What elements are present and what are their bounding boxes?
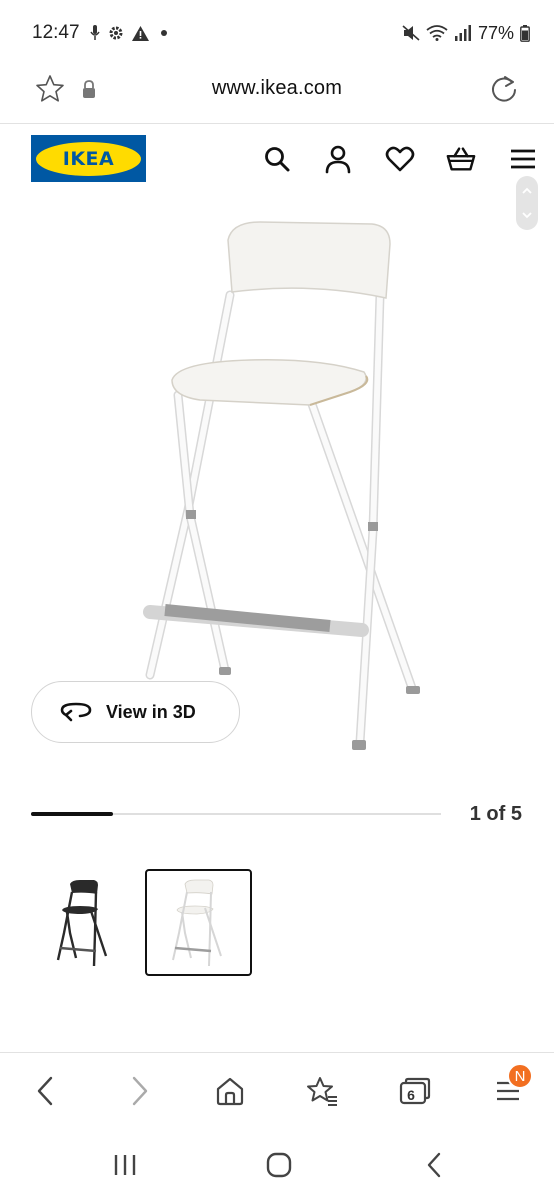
view-in-3d-label: View in 3D: [106, 701, 196, 722]
system-navigation-bar: [0, 1128, 554, 1200]
home-icon[interactable]: [210, 1071, 250, 1111]
notification-badge: N: [507, 1063, 533, 1089]
gallery-progress-fill: [31, 812, 113, 816]
logo-text: IKEA: [62, 147, 115, 170]
white-bar-stool-thumb[interactable]: [145, 869, 252, 976]
wifi-icon: [426, 25, 448, 41]
bookmarks-star-icon[interactable]: [302, 1071, 342, 1111]
search-icon[interactable]: [262, 144, 292, 174]
site-header: IKEA: [0, 124, 554, 194]
gallery-position-text: 1 of 5: [469, 803, 522, 825]
battery-percent: 77%: [477, 22, 514, 43]
status-time: 12:47: [32, 22, 80, 43]
gear-icon: [109, 26, 123, 40]
basket-icon[interactable]: [446, 144, 476, 174]
dot-icon: [161, 30, 167, 36]
signal-icon: [454, 25, 471, 41]
black-bar-stool-thumb[interactable]: [30, 869, 137, 976]
rotate-3d-icon: [60, 702, 92, 722]
reload-icon[interactable]: [488, 73, 520, 105]
ikea-logo[interactable]: IKEA: [31, 135, 146, 182]
gallery-progress-bar: [31, 812, 441, 816]
tabs-button[interactable]: 6: [395, 1071, 435, 1111]
system-back-icon[interactable]: [414, 1148, 454, 1182]
recent-apps-icon[interactable]: [105, 1148, 145, 1182]
battery-icon: [520, 24, 530, 42]
heart-icon[interactable]: [385, 144, 415, 174]
url-text[interactable]: www.ikea.com: [0, 77, 554, 100]
mute-icon: [402, 25, 420, 41]
forward-arrow-icon[interactable]: [120, 1071, 160, 1111]
browser-toolbar: 6: [0, 1052, 554, 1128]
microphone-icon: [90, 25, 100, 40]
account-icon[interactable]: [323, 144, 353, 174]
warning-icon: [132, 25, 149, 41]
tab-count: 6: [407, 1087, 415, 1103]
tabs-icon: [399, 1077, 431, 1105]
url-bar[interactable]: www.ikea.com: [0, 64, 554, 124]
status-bar: 12:47 77%: [0, 0, 554, 64]
view-in-3d-button[interactable]: View in 3D: [31, 681, 240, 743]
back-arrow-icon[interactable]: [25, 1071, 65, 1111]
menu-icon[interactable]: [508, 144, 538, 174]
home-button-icon[interactable]: [259, 1148, 299, 1182]
